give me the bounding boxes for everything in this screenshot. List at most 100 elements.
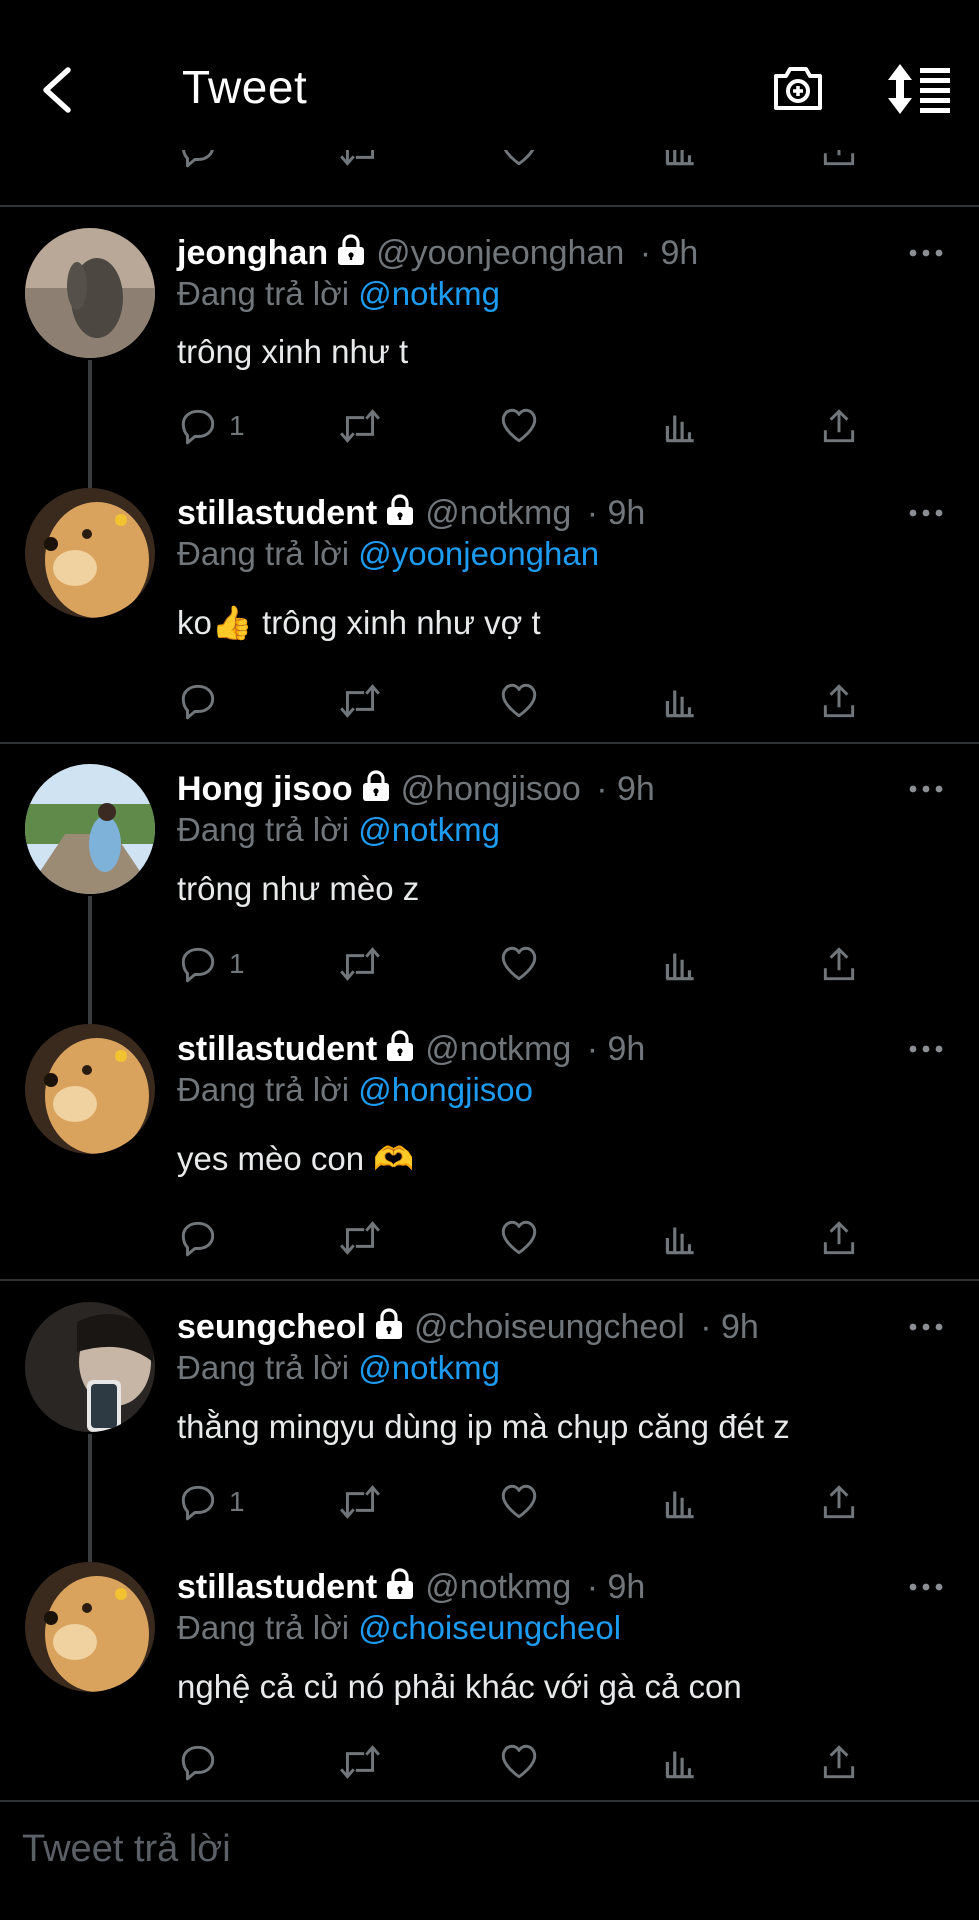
mention-link[interactable]: @notkmg — [358, 275, 500, 312]
retweet-button[interactable] — [337, 1480, 383, 1524]
display-name[interactable]: stillastudent — [177, 1568, 377, 1606]
retweet-button[interactable] — [337, 942, 383, 986]
reply-icon — [177, 1217, 219, 1259]
share-icon — [818, 1481, 860, 1523]
share-icon[interactable] — [818, 150, 860, 170]
timestamp: · 9h — [639, 234, 699, 272]
replying-to: Đang trả lời @yoonjeonghan — [177, 535, 599, 573]
like-button[interactable] — [498, 1480, 540, 1524]
avatar[interactable] — [25, 1562, 155, 1692]
share-button[interactable] — [818, 1216, 860, 1260]
handle[interactable]: @notkmg — [425, 494, 571, 532]
retweet-button[interactable] — [337, 1216, 383, 1260]
views-button[interactable] — [659, 1740, 701, 1784]
retweet-button[interactable] — [337, 1740, 383, 1784]
retweet-icon — [337, 943, 383, 985]
share-icon — [818, 1741, 860, 1783]
timestamp: · 9h — [700, 1308, 759, 1346]
more-icon[interactable] — [908, 1044, 944, 1054]
mention-link[interactable]: @yoonjeonghan — [358, 535, 599, 572]
handle[interactable]: @notkmg — [425, 1030, 571, 1068]
retweet-button[interactable] — [337, 679, 383, 723]
tweet-actions — [177, 1216, 877, 1260]
mention-link[interactable]: @choiseungcheol — [358, 1609, 621, 1646]
heart-icon[interactable] — [498, 150, 540, 170]
reply-composer[interactable]: Tweet trả lời — [0, 1802, 979, 1920]
views-button[interactable] — [659, 942, 701, 986]
divider — [0, 205, 979, 207]
like-button[interactable] — [498, 1740, 540, 1784]
retweet-icon — [337, 1481, 383, 1523]
avatar[interactable] — [25, 1302, 155, 1432]
views-button[interactable] — [659, 1480, 701, 1524]
handle[interactable]: @notkmg — [425, 1568, 571, 1606]
analytics-icon[interactable] — [659, 150, 701, 170]
avatar[interactable] — [25, 228, 155, 358]
reply-button[interactable]: 1 — [177, 1480, 245, 1524]
display-name[interactable]: stillastudent — [177, 494, 377, 532]
retweet-icon — [337, 1741, 383, 1783]
retweet-icon — [337, 405, 383, 447]
mention-link[interactable]: @notkmg — [358, 811, 500, 848]
share-button[interactable] — [818, 1740, 860, 1784]
share-button[interactable] — [818, 942, 860, 986]
more-icon[interactable] — [908, 248, 944, 258]
tweet-header: jeonghan @yoonjeonghan · 9h — [177, 234, 698, 273]
retweet-button[interactable] — [337, 404, 383, 448]
like-button[interactable] — [498, 679, 540, 723]
thread-line — [88, 360, 92, 488]
more-icon[interactable] — [908, 508, 944, 518]
reply-count: 1 — [229, 410, 245, 441]
share-button[interactable] — [818, 679, 860, 723]
analytics-icon — [659, 1481, 701, 1523]
reply-input-placeholder[interactable]: Tweet trả lời — [22, 1828, 231, 1871]
avatar[interactable] — [25, 764, 155, 894]
share-icon — [818, 1217, 860, 1259]
display-name[interactable]: seungcheol — [177, 1308, 366, 1346]
more-icon[interactable] — [908, 1582, 944, 1592]
share-button[interactable] — [818, 404, 860, 448]
like-button[interactable] — [498, 942, 540, 986]
tweet-actions: 1 — [177, 1480, 877, 1524]
reply-button[interactable] — [177, 1216, 229, 1260]
reply-button[interactable]: 1 — [177, 404, 245, 448]
handle[interactable]: @hongjisoo — [401, 770, 581, 808]
reply-button[interactable]: 1 — [177, 942, 245, 986]
handle[interactable]: @choiseungcheol — [414, 1308, 685, 1346]
heart-icon — [498, 405, 540, 447]
divider — [0, 742, 979, 744]
avatar[interactable] — [25, 1024, 155, 1154]
lock-icon — [385, 1568, 415, 1600]
display-name[interactable]: Hong jisoo — [177, 770, 353, 808]
reply-count: 1 — [229, 1486, 245, 1517]
thread-line — [88, 896, 92, 1024]
views-button[interactable] — [659, 679, 701, 723]
avatar[interactable] — [25, 488, 155, 618]
reply-button[interactable] — [177, 679, 229, 723]
more-icon[interactable] — [908, 1322, 944, 1332]
replying-to-label: Đang trả lời — [177, 811, 350, 848]
tweet-text: yes mèo con 🫶 — [177, 1140, 415, 1177]
reply-button[interactable] — [177, 1740, 229, 1784]
like-button[interactable] — [498, 1216, 540, 1260]
tweet-text: thằng mingyu dùng ip mà chụp căng đét z — [177, 1408, 790, 1445]
tweet-actions: 1 — [177, 404, 877, 448]
views-button[interactable] — [659, 1216, 701, 1260]
views-button[interactable] — [659, 404, 701, 448]
display-name[interactable]: jeonghan — [177, 234, 328, 272]
mention-link[interactable]: @notkmg — [358, 1349, 500, 1386]
retweet-icon[interactable] — [337, 150, 383, 170]
sort-icon[interactable] — [886, 62, 952, 116]
handle[interactable]: @yoonjeonghan — [376, 234, 624, 272]
avatar-photo — [25, 228, 155, 358]
mention-link[interactable]: @hongjisoo — [358, 1071, 533, 1108]
share-button[interactable] — [818, 1480, 860, 1524]
previous-tweet-actions — [0, 150, 979, 190]
camera-plus-icon[interactable] — [770, 60, 826, 116]
display-name[interactable]: stillastudent — [177, 1030, 377, 1068]
reply-icon[interactable] — [177, 150, 219, 170]
analytics-icon — [659, 1217, 701, 1259]
like-button[interactable] — [498, 404, 540, 448]
chevron-left-icon[interactable] — [32, 60, 84, 120]
more-icon[interactable] — [908, 784, 944, 794]
